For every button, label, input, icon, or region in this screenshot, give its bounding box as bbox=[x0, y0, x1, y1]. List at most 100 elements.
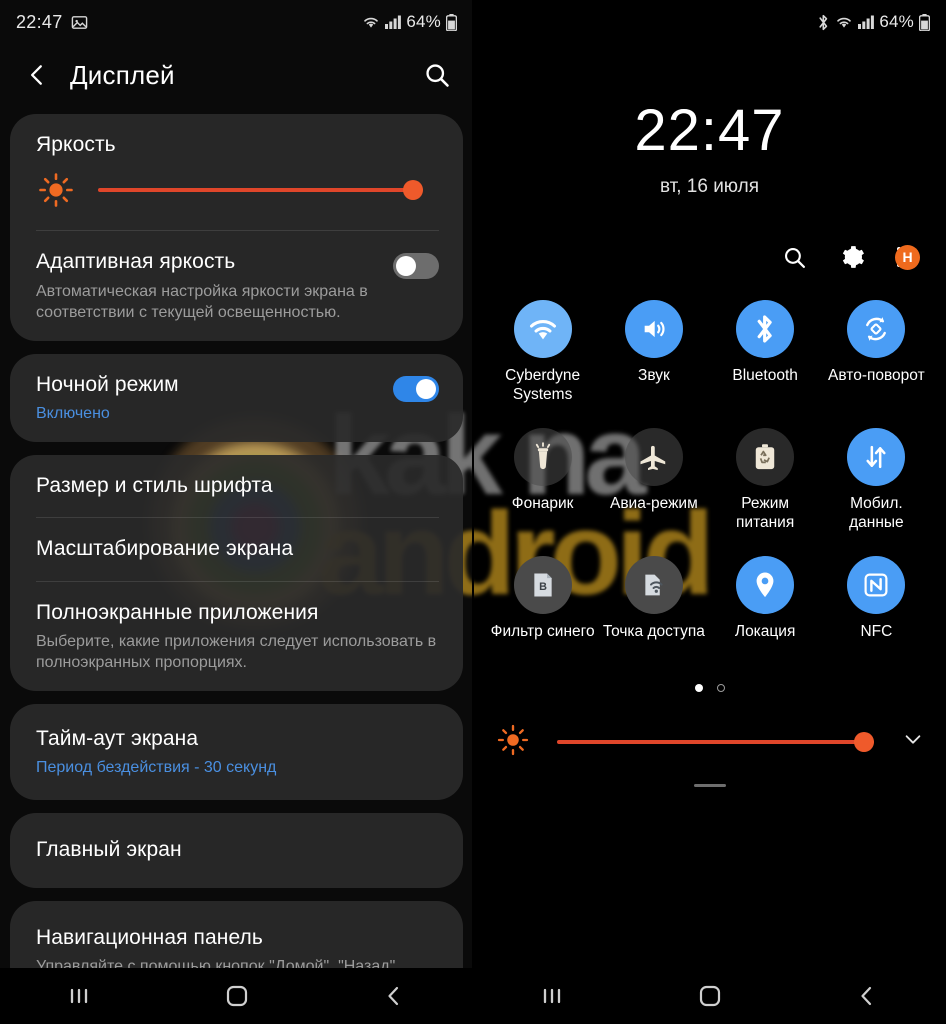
night-mode-texts: Ночной режим Включено bbox=[36, 372, 393, 424]
qs-label: Звук bbox=[637, 367, 670, 384]
qs-tile-hotspot[interactable]: Точка доступа bbox=[598, 556, 709, 642]
brightness-card: Яркость Адаптивная яркость Автоматическа… bbox=[10, 114, 463, 341]
qs-tile-bluetooth[interactable]: Bluetooth bbox=[710, 300, 821, 404]
quick-settings-panel: 64% 22:47 вт, 16 июля H Cyberdyne System… bbox=[473, 0, 946, 1024]
screen-timeout-row[interactable]: Тайм-аут экрана Период бездействия - 30 … bbox=[10, 704, 463, 800]
navigation-bar-left bbox=[0, 968, 473, 1024]
auto-rotate-icon[interactable] bbox=[847, 300, 906, 358]
qs-tile-mobile-data[interactable]: Мобил. данные bbox=[821, 428, 932, 532]
clock-date: вт, 16 июля bbox=[659, 176, 760, 197]
qs-label: Авто-поворот bbox=[828, 367, 925, 384]
qs-tile-sound[interactable]: Звук bbox=[598, 300, 709, 404]
night-mode-status: Включено bbox=[36, 404, 110, 422]
qs-tile-power-mode[interactable]: Режим питания bbox=[710, 428, 821, 532]
brightness-slider-track bbox=[557, 739, 874, 744]
home-icon[interactable] bbox=[158, 983, 316, 1009]
quick-brightness-row[interactable] bbox=[473, 722, 946, 762]
home-screen-card: Главный экран bbox=[10, 813, 463, 888]
screen-timeout-value: Период бездействия - 30 секунд bbox=[36, 759, 277, 777]
wifi-icon[interactable] bbox=[513, 300, 572, 358]
home-screen-row[interactable]: Главный экран bbox=[10, 813, 463, 887]
home-icon[interactable] bbox=[631, 983, 789, 1009]
qs-tile-blue-filter[interactable]: B Фильтр синего bbox=[487, 556, 598, 642]
quick-brightness-slider[interactable] bbox=[557, 731, 874, 752]
brightness-slider-thumb[interactable] bbox=[403, 180, 423, 201]
gear-icon[interactable] bbox=[839, 244, 865, 270]
mobile-data-icon[interactable] bbox=[847, 428, 906, 487]
display-settings-panel: 22:47 64% Дисплей Яркость Адаптивная ярк… bbox=[0, 0, 473, 1024]
status-bar-right: 64% bbox=[473, 0, 946, 44]
blue-filter-icon[interactable]: B bbox=[513, 556, 572, 615]
power-mode-icon[interactable] bbox=[736, 428, 795, 487]
page-title: Дисплей bbox=[70, 59, 175, 90]
adaptive-brightness-row[interactable]: Адаптивная яркость Автоматическая настро… bbox=[10, 231, 463, 340]
qs-tile-wifi[interactable]: Cyberdyne Systems bbox=[487, 300, 598, 404]
settings-list: Яркость Адаптивная яркость Автоматическа… bbox=[0, 106, 473, 1002]
airplane-icon[interactable] bbox=[624, 428, 683, 487]
screen-timeout-card: Тайм-аут экрана Период бездействия - 30 … bbox=[10, 704, 463, 801]
settings-header: Дисплей bbox=[0, 44, 473, 106]
location-icon[interactable] bbox=[736, 556, 795, 615]
adaptive-brightness-toggle[interactable] bbox=[393, 253, 439, 280]
qs-tile-airplane-mode[interactable]: Авиа-режим bbox=[598, 428, 709, 532]
screen-zoom-row[interactable]: Масштабирование экрана bbox=[10, 518, 463, 580]
account-menu[interactable]: H bbox=[895, 244, 920, 270]
status-time: 22:47 bbox=[16, 11, 63, 32]
qs-label: Мобил. данные bbox=[849, 495, 904, 531]
quick-settings-grid: Cyberdyne Systems Звук Bluetooth Авто-по… bbox=[473, 274, 946, 642]
qs-label: Фильтр синего bbox=[490, 623, 595, 641]
brightness-sun-icon bbox=[495, 722, 535, 762]
night-mode-row[interactable]: Ночной режим Включено bbox=[10, 354, 463, 442]
panel-divider bbox=[472, 0, 474, 1024]
back-icon[interactable] bbox=[788, 984, 946, 1008]
status-bar-right-group: 64% bbox=[817, 12, 931, 32]
qs-tile-location[interactable]: Локация bbox=[710, 556, 821, 642]
panel-drag-handle[interactable] bbox=[693, 783, 726, 787]
night-mode-toggle[interactable] bbox=[393, 375, 439, 402]
search-icon[interactable] bbox=[423, 61, 451, 89]
adaptive-brightness-subtitle: Автоматическая настройка яркости экрана … bbox=[36, 282, 368, 321]
sound-icon[interactable] bbox=[624, 300, 683, 358]
back-icon[interactable] bbox=[315, 984, 473, 1008]
navigation-bar-title: Навигационная панель bbox=[36, 925, 263, 949]
image-icon bbox=[71, 14, 88, 31]
screen-timeout-title: Тайм-аут экрана bbox=[36, 727, 199, 751]
recent-apps-icon[interactable] bbox=[0, 984, 158, 1008]
status-bar-left-group: 22:47 bbox=[16, 12, 88, 33]
search-icon[interactable] bbox=[782, 245, 807, 270]
recent-apps-icon[interactable] bbox=[473, 984, 631, 1008]
nfc-icon[interactable] bbox=[847, 556, 906, 615]
screen-zoom-title: Масштабирование экрана bbox=[36, 537, 294, 561]
font-size-row[interactable]: Размер и стиль шрифта bbox=[10, 455, 463, 517]
signal-icon bbox=[858, 15, 875, 29]
fullscreen-apps-row[interactable]: Полноэкранные приложения Выберите, какие… bbox=[10, 582, 463, 691]
qs-label: Bluetooth bbox=[732, 367, 798, 384]
toggle-knob bbox=[396, 256, 416, 277]
page-dot-1[interactable] bbox=[694, 683, 703, 692]
bluetooth-icon[interactable] bbox=[736, 300, 795, 358]
dual-phone-screenshot: 22:47 64% Дисплей Яркость Адаптивная ярк… bbox=[0, 0, 946, 1024]
status-bar-left: 22:47 64% bbox=[0, 0, 473, 44]
back-chevron-icon[interactable] bbox=[24, 62, 50, 88]
qs-tile-nfc[interactable]: NFC bbox=[821, 556, 932, 642]
qs-label: NFC bbox=[860, 623, 893, 641]
quick-settings-clock: 22:47 вт, 16 июля bbox=[473, 102, 946, 198]
battery-percent: 64% bbox=[406, 12, 441, 31]
qs-tile-flashlight[interactable]: Фонарик bbox=[487, 428, 598, 532]
battery-icon bbox=[918, 13, 931, 31]
adaptive-brightness-title: Адаптивная яркость bbox=[36, 250, 236, 274]
qs-tile-auto-rotate[interactable]: Авто-поворот bbox=[821, 300, 932, 404]
status-bar-right-group: 64% bbox=[362, 12, 458, 32]
hotspot-icon[interactable] bbox=[624, 556, 683, 615]
night-mode-card: Ночной режим Включено bbox=[10, 353, 463, 443]
battery-percent: 64% bbox=[879, 12, 914, 31]
chevron-down-icon[interactable] bbox=[902, 728, 924, 755]
brightness-slider[interactable] bbox=[98, 180, 423, 201]
fullscreen-apps-title: Полноэкранные приложения bbox=[36, 600, 319, 624]
page-dot-2[interactable] bbox=[716, 683, 725, 692]
flashlight-icon[interactable] bbox=[513, 428, 572, 487]
avatar[interactable]: H bbox=[895, 244, 920, 270]
brightness-slider-row[interactable] bbox=[10, 164, 463, 230]
font-size-title: Размер и стиль шрифта bbox=[36, 474, 273, 498]
brightness-slider-thumb[interactable] bbox=[854, 731, 874, 752]
